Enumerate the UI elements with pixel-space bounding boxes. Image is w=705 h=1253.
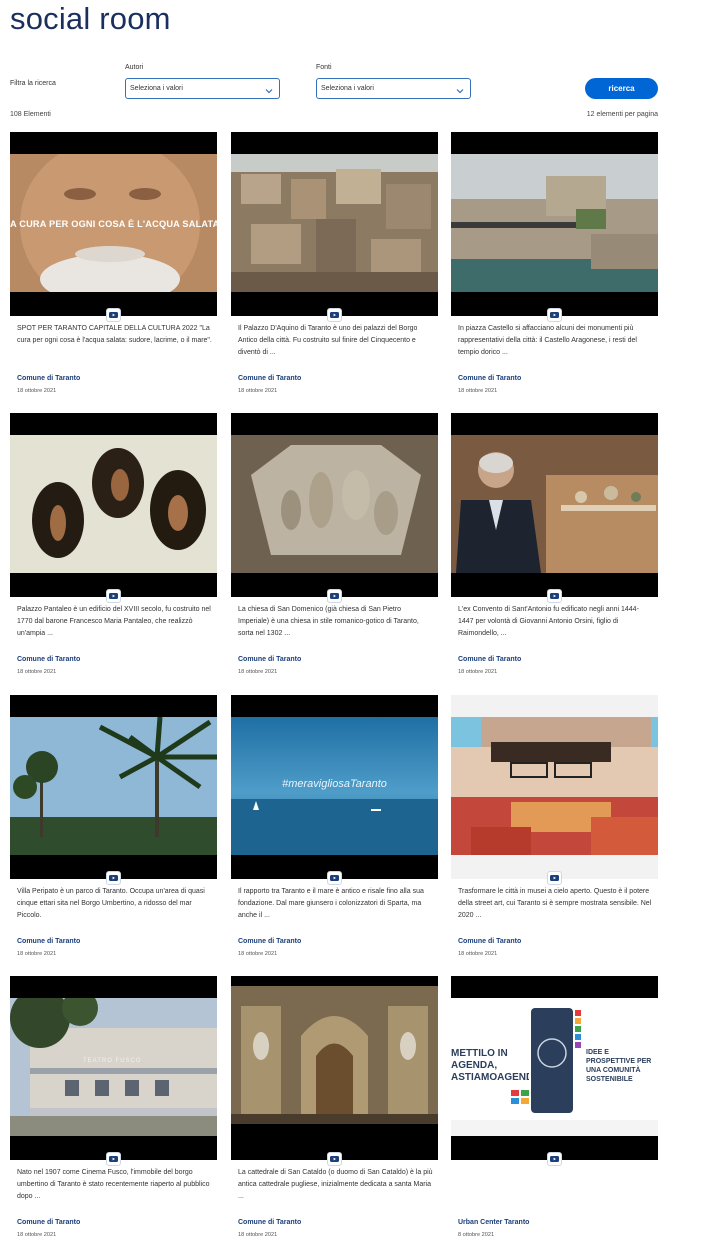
thumbnail-overlay-subtitle: IDEE E PROSPETTIVE PER UNA COMUNITÀ SOST…	[586, 1049, 652, 1083]
card-author[interactable]: Comune di Taranto	[17, 1219, 80, 1226]
thumbnail-image	[10, 435, 217, 573]
thumbnail-image	[451, 154, 658, 292]
results-per-page: 12 elementi per pagina	[586, 111, 658, 118]
video-thumbnail[interactable]: #meravigliosaTaranto	[231, 695, 438, 879]
card-author[interactable]: Comune di Taranto	[17, 375, 80, 382]
card-author[interactable]: Comune di Taranto	[458, 375, 521, 382]
video-card[interactable]: A CURA PER OGNI COSA È L'ACQUA SALATA SP…	[10, 132, 217, 394]
thumbnail-image	[451, 717, 658, 855]
thumbnail-image	[10, 998, 217, 1136]
card-description: In piazza Castello si affacciano alcuni …	[458, 325, 637, 356]
video-card[interactable]: In piazza Castello si affacciano alcuni …	[451, 132, 658, 394]
video-card[interactable]: METTILO IN AGENDA, ASTIAMOAGENDO IDEE E …	[451, 976, 658, 1238]
youtube-icon[interactable]	[106, 308, 121, 322]
card-author[interactable]: Urban Center Taranto	[458, 1219, 529, 1226]
card-date: 18 ottobre 2021	[458, 669, 498, 675]
card-date: 18 ottobre 2021	[17, 951, 57, 957]
video-thumbnail[interactable]	[451, 413, 658, 597]
thumbnail-image	[231, 154, 438, 292]
autori-select[interactable]: Seleziona i valori	[125, 78, 280, 99]
thumbnail-overlay-text: METTILO IN AGENDA, ASTIAMOAGENDO	[451, 1048, 529, 1083]
card-date: 18 ottobre 2021	[238, 951, 278, 957]
youtube-icon[interactable]	[547, 1152, 562, 1166]
video-thumbnail[interactable]	[451, 695, 658, 879]
fonti-label: Fonti	[316, 64, 332, 71]
video-card[interactable]: La chiesa di San Domenico (già chiesa di…	[231, 413, 438, 675]
thumbnail-image	[231, 435, 438, 573]
page-title: social room	[10, 1, 171, 36]
card-description: La chiesa di San Domenico (già chiesa di…	[238, 606, 419, 637]
video-thumbnail[interactable]	[231, 413, 438, 597]
card-date: 18 ottobre 2021	[17, 669, 57, 675]
youtube-icon[interactable]	[327, 308, 342, 322]
video-card[interactable]: TEATRO FUSCO Nato nel 1907 come Cinema F…	[10, 976, 217, 1238]
card-date: 8 ottobre 2021	[458, 1232, 495, 1238]
card-author[interactable]: Comune di Taranto	[458, 938, 521, 945]
card-author[interactable]: Comune di Taranto	[17, 938, 80, 945]
youtube-icon[interactable]	[327, 589, 342, 603]
video-thumbnail[interactable]	[10, 695, 217, 879]
video-thumbnail[interactable]: TEATRO FUSCO	[10, 976, 217, 1160]
search-button[interactable]: ricerca	[585, 78, 658, 99]
card-description: L'ex Convento di Sant'Antonio fu edifica…	[458, 606, 639, 637]
video-thumbnail[interactable]	[231, 976, 438, 1160]
card-description: Trasformare le città in musei a cielo ap…	[458, 888, 652, 919]
card-description: Palazzo Pantaleo è un edificio del XVIII…	[17, 606, 211, 637]
thumbnail-overlay-text: #meravigliosaTaranto	[282, 778, 387, 790]
autori-select-value: Seleziona i valori	[130, 85, 183, 92]
card-description: Il rapporto tra Taranto e il mare è anti…	[238, 888, 424, 919]
card-description: Nato nel 1907 come Cinema Fusco, l'immob…	[17, 1169, 210, 1200]
youtube-icon[interactable]	[547, 589, 562, 603]
thumbnail-overlay-text: A CURA PER OGNI COSA È L'ACQUA SALATA	[10, 219, 217, 229]
video-card[interactable]: L'ex Convento di Sant'Antonio fu edifica…	[451, 413, 658, 675]
thumbnail-image	[10, 717, 217, 855]
results-count: 108 Elementi	[10, 111, 51, 118]
card-author[interactable]: Comune di Taranto	[238, 1219, 301, 1226]
youtube-icon[interactable]	[106, 589, 121, 603]
fonti-select[interactable]: Seleziona i valori	[316, 78, 471, 99]
youtube-icon[interactable]	[547, 308, 562, 322]
card-author[interactable]: Comune di Taranto	[238, 375, 301, 382]
card-author[interactable]: Comune di Taranto	[458, 656, 521, 663]
video-thumbnail[interactable]	[231, 132, 438, 316]
video-card[interactable]: Villa Peripato è un parco di Taranto. Oc…	[10, 695, 217, 957]
filter-label: Filtra la ricerca	[10, 80, 56, 87]
card-date: 18 ottobre 2021	[238, 388, 278, 394]
autori-label: Autori	[125, 64, 144, 71]
card-description: Villa Peripato è un parco di Taranto. Oc…	[17, 888, 205, 919]
card-author[interactable]: Comune di Taranto	[238, 656, 301, 663]
card-description: Il Palazzo D'Aquino di Taranto è uno dei…	[238, 325, 418, 356]
chevron-down-icon	[265, 84, 273, 94]
video-thumbnail[interactable]	[451, 132, 658, 316]
fonti-select-value: Seleziona i valori	[321, 85, 374, 92]
video-thumbnail[interactable]: METTILO IN AGENDA, ASTIAMOAGENDO IDEE E …	[451, 976, 658, 1160]
youtube-icon[interactable]	[327, 1152, 342, 1166]
video-thumbnail[interactable]	[10, 413, 217, 597]
video-card[interactable]: Palazzo Pantaleo è un edificio del XVIII…	[10, 413, 217, 675]
card-author[interactable]: Comune di Taranto	[238, 938, 301, 945]
youtube-icon[interactable]	[106, 1152, 121, 1166]
card-date: 18 ottobre 2021	[17, 388, 57, 394]
card-date: 18 ottobre 2021	[458, 951, 498, 957]
thumbnail-overlay-text: TEATRO FUSCO	[83, 1058, 142, 1064]
thumbnail-image	[231, 986, 438, 1146]
card-date: 18 ottobre 2021	[238, 669, 278, 675]
card-date: 18 ottobre 2021	[458, 388, 498, 394]
card-description: SPOT PER TARANTO CAPITALE DELLA CULTURA …	[17, 325, 212, 344]
video-card[interactable]: #meravigliosaTaranto Il rapporto tra Tar…	[231, 695, 438, 957]
youtube-icon[interactable]	[327, 871, 342, 885]
card-author[interactable]: Comune di Taranto	[17, 656, 80, 663]
card-date: 18 ottobre 2021	[17, 1232, 57, 1238]
video-card[interactable]: Il Palazzo D'Aquino di Taranto è uno dei…	[231, 132, 438, 394]
card-date: 18 ottobre 2021	[238, 1232, 278, 1238]
card-description: La cattedrale di San Cataldo (o duomo di…	[238, 1169, 433, 1200]
thumbnail-image	[451, 435, 658, 573]
chevron-down-icon	[456, 84, 464, 94]
youtube-icon[interactable]	[547, 871, 562, 885]
video-thumbnail[interactable]: A CURA PER OGNI COSA È L'ACQUA SALATA	[10, 132, 217, 316]
video-card[interactable]: Trasformare le città in musei a cielo ap…	[451, 695, 658, 957]
video-card[interactable]: La cattedrale di San Cataldo (o duomo di…	[231, 976, 438, 1238]
youtube-icon[interactable]	[106, 871, 121, 885]
